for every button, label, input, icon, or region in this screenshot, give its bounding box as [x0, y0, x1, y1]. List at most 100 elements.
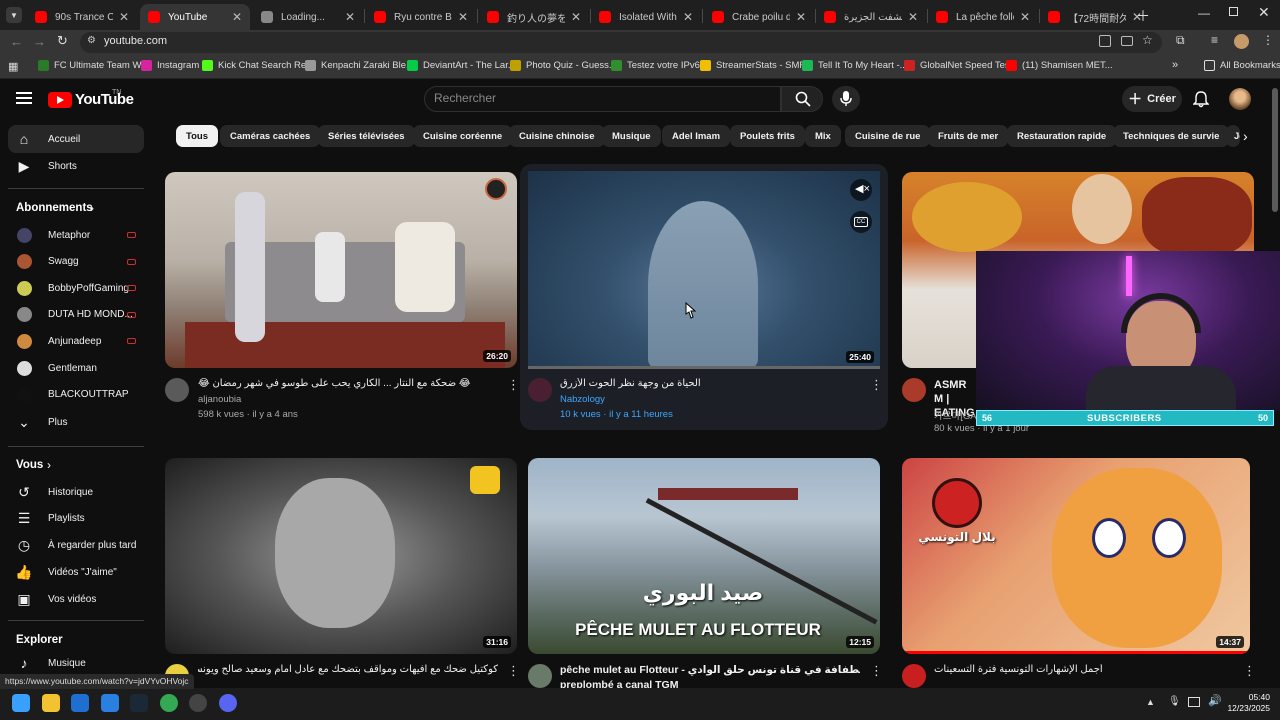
filter-chip[interactable]: Caméras cachées	[220, 125, 321, 147]
video-thumbnail[interactable]: 31:16	[165, 458, 517, 654]
search-button[interactable]	[781, 86, 823, 112]
bookmark-item[interactable]: Instagram	[141, 60, 199, 71]
more-actions-icon[interactable]: ⋮	[507, 378, 520, 392]
channel-avatar[interactable]	[528, 378, 552, 402]
channel-avatar[interactable]	[165, 378, 189, 402]
browser-tab[interactable]: Crabe poilu de Sa ✕	[704, 4, 814, 30]
tab-close-icon[interactable]: ✕	[796, 10, 806, 24]
windows-start-icon[interactable]	[12, 694, 30, 712]
search-input[interactable]	[434, 91, 764, 105]
filter-chip[interactable]: Restauration rapide	[1007, 125, 1117, 147]
more-actions-icon[interactable]: ⋮	[870, 378, 883, 392]
forward-icon[interactable]: →	[33, 34, 46, 49]
video-title[interactable]: الحياة من وجهة نظر الحوت الأزرق	[560, 378, 850, 389]
close-window-button[interactable]: ✕	[1258, 4, 1270, 21]
channel-name[interactable]: aljanoubia	[198, 394, 241, 405]
outlook-icon[interactable]	[71, 694, 89, 712]
tab-close-icon[interactable]: ✕	[232, 10, 242, 24]
discord-icon[interactable]	[219, 694, 237, 712]
sidebar-item[interactable]: Metaphor	[8, 221, 144, 249]
sidebar-item[interactable]: ☰ Playlists	[8, 505, 144, 533]
steam-icon[interactable]	[130, 694, 148, 712]
media-control-icon[interactable]: ≡	[1211, 33, 1218, 47]
sidebar-item[interactable]: ⌂ Accueil	[8, 125, 144, 153]
volume-icon[interactable]: 🔊	[1208, 694, 1222, 707]
back-icon[interactable]: ←	[10, 34, 23, 49]
microphone-tray-icon[interactable]: 🎙	[1168, 696, 1181, 707]
media-player-icon[interactable]	[101, 694, 119, 712]
video-thumbnail[interactable]: 26:20	[165, 172, 517, 368]
channel-avatar[interactable]	[902, 664, 926, 688]
browser-tab[interactable]: La pêche folle au ✕	[928, 4, 1038, 30]
filter-chip[interactable]: Cuisine de rue	[845, 125, 931, 147]
notifications-bell-icon[interactable]	[1193, 91, 1209, 108]
more-actions-icon[interactable]: ⋮	[870, 664, 883, 678]
chips-next-arrow-icon[interactable]: ›	[1243, 128, 1248, 144]
obs-icon[interactable]	[189, 694, 207, 712]
sidebar-item[interactable]: BobbyPoffGaming	[8, 274, 144, 302]
file-explorer-icon[interactable]	[42, 694, 60, 712]
video-title[interactable]: أجمل الإشهارات التونسية فترة التسعينات	[934, 664, 1214, 675]
filter-chip[interactable]: Adel Imam	[662, 125, 731, 147]
tray-chevron-icon[interactable]: ▲	[1146, 697, 1155, 707]
apps-grid-icon[interactable]: ▦	[8, 60, 18, 73]
bookmark-item[interactable]: (11) Shamisen MET...	[1006, 60, 1113, 71]
video-thumbnail[interactable]: بلال التونسي 14:37	[902, 458, 1250, 654]
bookmark-item[interactable]: DeviantArt - The Lar...	[407, 60, 516, 71]
minimize-button[interactable]: —	[1198, 6, 1210, 20]
browser-tab[interactable]: 【72時間耐久】3泊✕	[1040, 4, 1150, 30]
chevron-right-icon[interactable]: ›	[47, 458, 51, 472]
sidebar-item[interactable]: Gentleman	[8, 354, 144, 382]
video-title[interactable]: 😂 ضحكة مع النتار ... الكاري يحب على طوسو…	[198, 378, 498, 389]
filter-chip[interactable]: Musique	[602, 125, 661, 147]
you-heading[interactable]: Vous	[16, 459, 43, 471]
filter-chip[interactable]: Cuisine chinoise	[509, 125, 605, 147]
tab-close-icon[interactable]: ✕	[571, 10, 581, 24]
guide-menu-button[interactable]	[16, 92, 32, 104]
url-text[interactable]: youtube.com	[104, 35, 167, 47]
translate-icon[interactable]	[1099, 35, 1111, 47]
browser-tab[interactable]: 90s Trance Classic ✕	[27, 4, 137, 30]
filter-chip[interactable]: Mix	[805, 125, 841, 147]
filter-chip[interactable]: Tous	[176, 125, 218, 147]
more-actions-icon[interactable]: ⋮	[507, 664, 520, 678]
sidebar-item[interactable]: ♪ Musique	[8, 649, 144, 677]
new-tab-button[interactable]: ＋	[1136, 6, 1150, 26]
filter-chip[interactable]: Fruits de mer	[928, 125, 1009, 147]
video-thumbnail[interactable]: ◀× CC 25:40	[528, 171, 880, 369]
tab-close-icon[interactable]: ✕	[345, 10, 355, 24]
video-thumbnail[interactable]: صيد البوري PÊCHE MULET AU FLOTTEUR 12:15	[528, 458, 880, 654]
account-avatar[interactable]	[1229, 88, 1251, 110]
tab-search-button[interactable]: ▼	[6, 7, 22, 23]
cast-icon[interactable]	[1121, 36, 1133, 46]
bookmark-item[interactable]: Tell It To My Heart -...	[802, 60, 908, 71]
browser-menu-icon[interactable]: ⋮	[1262, 33, 1274, 47]
bookmark-item[interactable]: Photo Quiz - Guess...	[510, 60, 617, 71]
sidebar-more-button[interactable]: ⌄ Plus	[8, 408, 144, 436]
filter-chip[interactable]: Je	[1226, 125, 1240, 147]
subscriptions-heading[interactable]: Abonnements	[16, 202, 93, 214]
channel-name[interactable]: Nabzology	[560, 394, 605, 405]
filter-chip[interactable]: Cuisine coréenne	[413, 125, 513, 147]
mute-button[interactable]: ◀×	[850, 179, 872, 201]
address-bar[interactable]	[80, 32, 1162, 53]
chrome-icon[interactable]	[160, 694, 178, 712]
captions-button[interactable]: CC	[850, 211, 872, 233]
browser-tab[interactable]: Loading... ✕	[253, 4, 363, 30]
sidebar-item[interactable]: ◷ À regarder plus tard	[8, 532, 144, 560]
tab-close-icon[interactable]: ✕	[683, 10, 693, 24]
filter-chip[interactable]: Poulets frits	[730, 125, 805, 147]
page-scrollbar[interactable]	[1272, 88, 1278, 212]
bookmark-item[interactable]: Testez votre IPv6.	[611, 60, 703, 71]
browser-tab[interactable]: YouTube ✕	[140, 4, 250, 30]
tab-close-icon[interactable]: ✕	[119, 10, 129, 24]
network-icon[interactable]	[1188, 697, 1200, 707]
sidebar-item[interactable]: BLACKOUTTRAP	[8, 381, 144, 409]
sidebar-item[interactable]: 👍 Vidéos "J'aime"	[8, 558, 144, 586]
profile-avatar-icon[interactable]	[1234, 34, 1249, 49]
sidebar-item[interactable]: Swagg	[8, 248, 144, 276]
bookmark-item[interactable]: Kick Chat Search Re...	[202, 60, 314, 71]
create-button[interactable]: ＋ Créer	[1122, 86, 1182, 112]
filter-chip[interactable]: Techniques de survie	[1113, 125, 1230, 147]
filter-chip[interactable]: Séries télévisées	[318, 125, 415, 147]
